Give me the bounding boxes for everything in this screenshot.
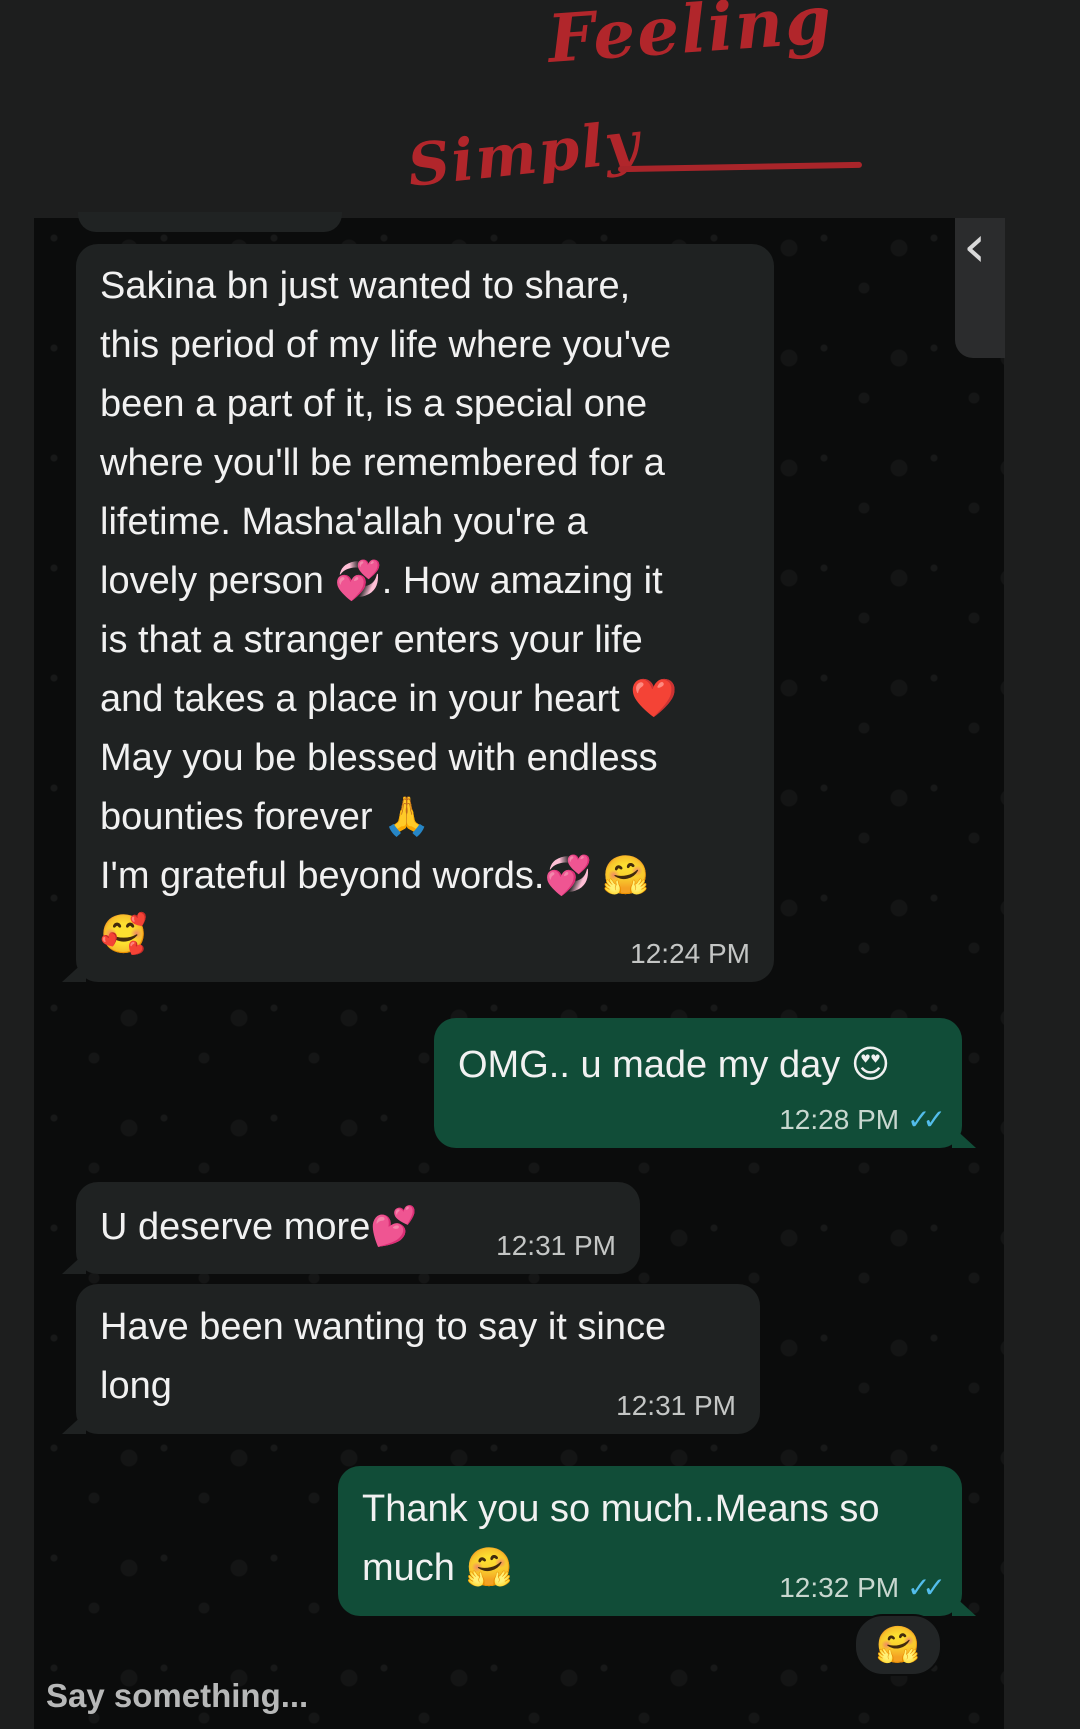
message-reaction[interactable]: 🤗: [854, 1614, 942, 1676]
message-bubble-outgoing[interactable]: Thank you so much..Means so much 🤗 12:32…: [338, 1466, 976, 1616]
story-reply-input[interactable]: Say something...: [46, 1676, 308, 1716]
message-bubble-incoming[interactable]: Have been wanting to say it since long 1…: [62, 1284, 760, 1434]
message-bubble-outgoing[interactable]: OMG.. u made my day 😍 12:28 PM ✓✓: [434, 1018, 976, 1148]
message-line: been a part of it, is a special one: [100, 383, 648, 425]
message-timestamp-wrap: 12:28 PM ✓✓: [779, 1102, 946, 1138]
message-line: Thank you so much..Means so: [362, 1488, 880, 1530]
message-line: lifetime. Masha'allah you're a: [100, 501, 588, 543]
message-line: May you be blessed with endless: [100, 737, 658, 779]
message-timestamp: 12:31 PM: [496, 1230, 616, 1261]
message-bubble-incoming[interactable]: Sakina bn just wanted to share, this per…: [62, 244, 774, 982]
message-timestamp: 12:24 PM: [630, 938, 750, 969]
message-line: and takes a place in your heart ❤️: [100, 678, 678, 720]
message-timestamp-wrap: 12:32 PM ✓✓: [779, 1570, 946, 1606]
message-timestamp: 12:28 PM: [779, 1104, 900, 1135]
message-line: bounties forever 🙏: [100, 796, 431, 838]
double-check-icon: ✓✓: [907, 1572, 946, 1603]
handwritten-underline: [617, 161, 863, 173]
message-line: Have been wanting to say it since: [100, 1306, 667, 1348]
message-line: this period of my life where you've: [100, 324, 672, 366]
message-timestamp: 12:31 PM: [616, 1390, 736, 1421]
message-line: I'm grateful beyond words.💞 🤗: [100, 855, 650, 897]
message-timestamp: 12:32 PM: [779, 1572, 900, 1603]
partial-previous-bubble: [78, 212, 342, 232]
handwritten-feeling: Feeling: [545, 0, 836, 78]
message-line: lovely person 💞. How amazing it: [100, 560, 663, 602]
story-page: Feeling Simply ‹ Sakina bn just wanted t…: [0, 0, 1080, 1729]
double-check-icon: ✓✓: [907, 1104, 946, 1135]
message-line: Sakina bn just wanted to share,: [100, 265, 631, 307]
message-bubble-incoming[interactable]: U deserve more💕 12:31 PM: [62, 1182, 640, 1274]
message-line: is that a stranger enters your life: [100, 619, 643, 661]
message-line: OMG.. u made my day 😍: [458, 1044, 891, 1086]
chevron-left-icon[interactable]: ‹: [963, 212, 986, 280]
message-line: where you'll be remembered for a: [100, 442, 665, 484]
handwritten-simply: Simply: [404, 107, 644, 200]
